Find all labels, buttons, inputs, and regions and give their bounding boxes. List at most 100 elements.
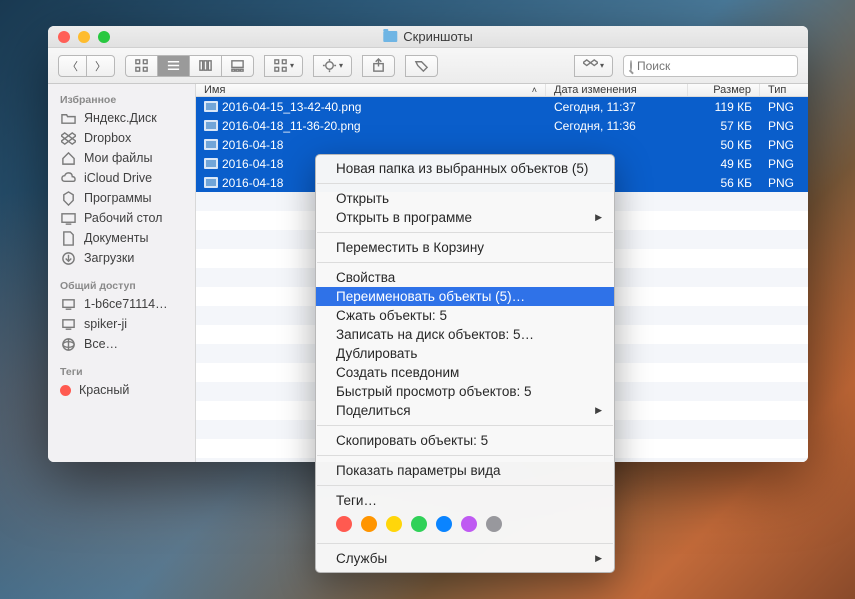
file-date: Сегодня, 11:37	[546, 100, 688, 114]
forward-button[interactable]: 〉	[87, 55, 115, 77]
view-columns-button[interactable]	[190, 55, 222, 77]
context-menu: Новая папка из выбранных объектов (5) От…	[315, 154, 615, 573]
nav-buttons: 〈 〉	[58, 55, 115, 77]
view-list-button[interactable]	[158, 55, 190, 77]
toolbar: 〈 〉 ▾ ▾ ▾	[48, 48, 808, 84]
menu-quicklook[interactable]: Быстрый просмотр объектов: 5	[316, 382, 614, 401]
search-input[interactable]	[637, 59, 792, 73]
image-file-icon	[204, 120, 218, 131]
file-date: Сегодня, 11:36	[546, 119, 688, 133]
menu-viewopts[interactable]: Показать параметры вида	[316, 461, 614, 480]
sidebar-item-label: Рабочий стол	[84, 211, 162, 225]
sidebar-item-label: Загрузки	[84, 251, 134, 265]
sidebar-item-shared-all[interactable]: Все…	[48, 334, 195, 354]
dropbox-toolbar-button[interactable]: ▾	[574, 55, 613, 77]
sidebar-item-shared-1[interactable]: 1-b6ce71114…	[48, 294, 195, 314]
menu-trash[interactable]: Переместить в Корзину	[316, 238, 614, 257]
header-name[interactable]: Имя˄	[196, 84, 546, 96]
sidebar-item-label: spiker-ji	[84, 317, 127, 331]
header-date[interactable]: Дата изменения	[546, 84, 688, 96]
file-row[interactable]: 2016-04-18_11-36-20.png Сегодня, 11:36 5…	[196, 116, 808, 135]
desktop-icon	[60, 212, 76, 225]
file-name: 2016-04-18	[222, 176, 283, 190]
menu-copy[interactable]: Скопировать объекты: 5	[316, 431, 614, 450]
file-row[interactable]: 2016-04-15_13-42-40.png Сегодня, 11:37 1…	[196, 97, 808, 116]
menu-alias[interactable]: Создать псевдоним	[316, 363, 614, 382]
view-icons-button[interactable]	[125, 55, 158, 77]
sidebar-item-label: Все…	[84, 337, 118, 351]
tag-purple[interactable]	[461, 516, 477, 532]
back-button[interactable]: 〈	[58, 55, 87, 77]
file-row[interactable]: 2016-04-18 50 КБ PNG	[196, 135, 808, 154]
menu-tags-colors	[316, 510, 614, 538]
sidebar-item-apps[interactable]: Программы	[48, 188, 195, 208]
arrange-button[interactable]: ▾	[264, 55, 303, 77]
computer-icon	[60, 318, 76, 331]
sidebar-item-myfiles[interactable]: Мои файлы	[48, 148, 195, 168]
file-name: 2016-04-15_13-42-40.png	[222, 100, 361, 114]
column-headers: Имя˄ Дата изменения Размер Тип	[196, 84, 808, 97]
sidebar-item-label: Красный	[79, 383, 129, 397]
menu-new-folder[interactable]: Новая папка из выбранных объектов (5)	[316, 159, 614, 178]
menu-open[interactable]: Открыть	[316, 189, 614, 208]
file-size: 57 КБ	[688, 119, 760, 133]
search-icon	[630, 60, 632, 71]
dropbox-icon	[60, 132, 76, 145]
file-size: 50 КБ	[688, 138, 760, 152]
menu-compress[interactable]: Сжать объекты: 5	[316, 306, 614, 325]
sidebar-item-dropbox[interactable]: Dropbox	[48, 128, 195, 148]
action-button[interactable]: ▾	[313, 55, 352, 77]
cloud-icon	[60, 172, 76, 185]
view-gallery-button[interactable]	[222, 55, 254, 77]
menu-open-with[interactable]: Открыть в программе	[316, 208, 614, 227]
menu-services[interactable]: Службы	[316, 549, 614, 568]
header-type[interactable]: Тип	[760, 84, 808, 96]
image-file-icon	[204, 101, 218, 112]
window-title: Скриншоты	[403, 29, 472, 44]
header-size[interactable]: Размер	[688, 84, 760, 96]
menu-separator	[317, 425, 613, 426]
sidebar-item-label: Документы	[84, 231, 148, 245]
share-button[interactable]	[362, 55, 395, 77]
minimize-button[interactable]	[78, 31, 90, 43]
network-icon	[60, 338, 76, 351]
titlebar[interactable]: Скриншоты	[48, 26, 808, 48]
sidebar-item-label: 1-b6ce71114…	[84, 297, 168, 311]
file-name: 2016-04-18	[222, 157, 283, 171]
sidebar-item-shared-2[interactable]: spiker-ji	[48, 314, 195, 334]
sidebar-section-favorites: Избранное	[48, 90, 195, 108]
tag-gray[interactable]	[486, 516, 502, 532]
tag-red-icon	[60, 385, 71, 396]
sidebar: Избранное Яндекс.Диск Dropbox Мои файлы …	[48, 84, 196, 462]
sidebar-item-documents[interactable]: Документы	[48, 228, 195, 248]
menu-rename[interactable]: Переименовать объекты (5)…	[316, 287, 614, 306]
sidebar-item-label: Мои файлы	[84, 151, 152, 165]
tags-button[interactable]	[405, 55, 438, 77]
file-size: 56 КБ	[688, 176, 760, 190]
sidebar-item-desktop[interactable]: Рабочий стол	[48, 208, 195, 228]
tag-yellow[interactable]	[386, 516, 402, 532]
menu-duplicate[interactable]: Дублировать	[316, 344, 614, 363]
menu-tags-label[interactable]: Теги…	[316, 491, 614, 510]
sidebar-item-yandex[interactable]: Яндекс.Диск	[48, 108, 195, 128]
apps-icon	[60, 192, 76, 205]
menu-share[interactable]: Поделиться	[316, 401, 614, 420]
folder-icon	[60, 112, 76, 125]
maximize-button[interactable]	[98, 31, 110, 43]
close-button[interactable]	[58, 31, 70, 43]
search-field[interactable]	[623, 55, 798, 77]
sidebar-item-downloads[interactable]: Загрузки	[48, 248, 195, 268]
sidebar-item-tag-red[interactable]: Красный	[48, 380, 195, 400]
image-file-icon	[204, 139, 218, 150]
download-icon	[60, 252, 76, 265]
menu-burn[interactable]: Записать на диск объектов: 5…	[316, 325, 614, 344]
tag-blue[interactable]	[436, 516, 452, 532]
menu-info[interactable]: Свойства	[316, 268, 614, 287]
file-size: 49 КБ	[688, 157, 760, 171]
tag-orange[interactable]	[361, 516, 377, 532]
sidebar-item-icloud[interactable]: iCloud Drive	[48, 168, 195, 188]
tag-red[interactable]	[336, 516, 352, 532]
tag-green[interactable]	[411, 516, 427, 532]
file-name: 2016-04-18	[222, 138, 283, 152]
home-icon	[60, 152, 76, 165]
